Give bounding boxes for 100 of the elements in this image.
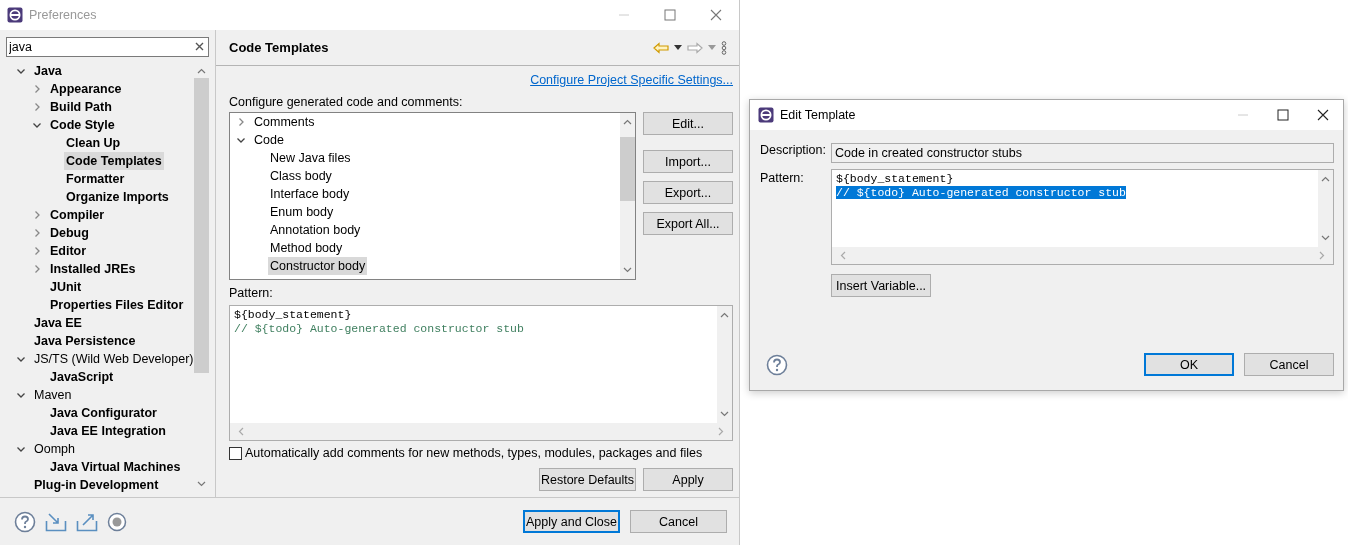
record-icon[interactable] bbox=[107, 511, 127, 532]
tree-item[interactable]: Code Templates bbox=[64, 152, 164, 170]
page-button[interactable]: Apply bbox=[643, 468, 733, 491]
help-icon[interactable] bbox=[14, 510, 36, 533]
filter-field[interactable]: java bbox=[6, 37, 209, 57]
close-icon[interactable] bbox=[1317, 109, 1329, 121]
tree-caption: Configure generated code and comments: bbox=[229, 95, 464, 111]
chevron-down-icon[interactable] bbox=[32, 120, 42, 130]
tree-item[interactable]: Properties Files Editor bbox=[48, 296, 186, 314]
forward-arrow-icon[interactable] bbox=[687, 41, 703, 54]
back-arrow-icon[interactable] bbox=[653, 41, 669, 54]
scroll-down-icon[interactable] bbox=[720, 411, 729, 417]
page-button[interactable]: Restore Defaults bbox=[539, 468, 636, 491]
chevron-right-icon[interactable] bbox=[32, 246, 42, 256]
side-button[interactable]: Import... bbox=[643, 150, 733, 173]
scroll-up-icon[interactable] bbox=[720, 312, 729, 318]
chevron-down-icon[interactable] bbox=[16, 354, 26, 364]
scroll-down-icon[interactable] bbox=[1321, 235, 1330, 241]
tree-item[interactable]: Enum body bbox=[268, 203, 336, 221]
insert-variable-button[interactable]: Insert Variable... bbox=[831, 274, 932, 297]
tree-item[interactable]: JavaScript bbox=[48, 368, 116, 386]
tree-item[interactable]: Appearance bbox=[48, 80, 124, 98]
side-button[interactable]: Export All... bbox=[643, 212, 733, 235]
scroll-left-icon[interactable] bbox=[238, 427, 244, 436]
view-menu-icon[interactable] bbox=[721, 40, 727, 55]
tree-item[interactable]: Compiler bbox=[48, 206, 107, 224]
clear-icon[interactable] bbox=[195, 42, 204, 51]
dialog-button[interactable]: Cancel bbox=[1244, 353, 1334, 376]
tree-item[interactable]: Build Path bbox=[48, 98, 114, 116]
horizontal-scrollbar[interactable] bbox=[832, 247, 1333, 264]
scroll-down-icon[interactable] bbox=[197, 481, 206, 487]
dialog-button[interactable]: OK bbox=[1144, 353, 1234, 376]
chevron-right-icon[interactable] bbox=[32, 210, 42, 220]
chevron-down-icon[interactable] bbox=[236, 135, 246, 145]
scroll-down-icon[interactable] bbox=[623, 267, 632, 273]
tree-item[interactable]: Java EE Integration bbox=[48, 422, 168, 440]
code-line: ${body_statement} bbox=[234, 308, 353, 322]
tree-item[interactable]: Class body bbox=[268, 167, 334, 185]
tree-item[interactable]: Maven bbox=[32, 386, 74, 404]
checkbox-label[interactable]: Automatically add comments for new methods, types, modules, packages and files bbox=[245, 446, 703, 460]
maximize-icon[interactable] bbox=[1277, 109, 1289, 121]
page-title: Code Templates bbox=[229, 40, 329, 55]
tree-item[interactable]: Constructor body bbox=[268, 257, 368, 275]
tree-item[interactable]: JS/TS (Wild Web Developer) bbox=[32, 350, 194, 368]
pattern-editor[interactable]: ${body_statement} // ${todo} Auto-generated constructor stub bbox=[831, 169, 1334, 265]
import-icon[interactable] bbox=[45, 511, 67, 532]
tree-item[interactable]: Plug-in Development bbox=[32, 476, 161, 493]
tree-item[interactable]: Editor bbox=[48, 242, 89, 260]
dialog-button[interactable]: Apply and Close bbox=[523, 510, 620, 533]
window-title: Preferences bbox=[29, 8, 97, 22]
tree-item[interactable]: Annotation body bbox=[268, 221, 363, 239]
caret-icon[interactable] bbox=[674, 45, 682, 50]
checkbox[interactable] bbox=[229, 446, 242, 460]
vertical-scrollbar[interactable] bbox=[1318, 170, 1333, 247]
app-icon bbox=[7, 7, 23, 23]
chevron-right-icon[interactable] bbox=[32, 264, 42, 274]
scroll-right-icon[interactable] bbox=[1319, 251, 1325, 260]
chevron-down-icon[interactable] bbox=[16, 444, 26, 454]
tree-item[interactable]: Comments bbox=[252, 113, 317, 131]
tree-item[interactable]: Interface body bbox=[268, 185, 352, 203]
tree-item[interactable]: Organize Imports bbox=[64, 188, 171, 206]
tree-item[interactable]: Java Configurator bbox=[48, 404, 159, 422]
scroll-up-icon[interactable] bbox=[623, 119, 632, 125]
window-title: Edit Template bbox=[780, 108, 856, 122]
chevron-right-icon[interactable] bbox=[32, 228, 42, 238]
tree-item[interactable]: Java bbox=[32, 62, 64, 80]
tree-item[interactable]: Code bbox=[252, 131, 286, 149]
tree-item[interactable]: Oomph bbox=[32, 440, 77, 458]
tree-item[interactable]: New Java files bbox=[268, 149, 353, 167]
side-button[interactable]: Edit... bbox=[643, 112, 733, 135]
tree-item[interactable]: JUnit bbox=[48, 278, 84, 296]
description-field[interactable]: Code in created constructor stubs bbox=[831, 143, 1334, 163]
tree-item[interactable]: Java Persistence bbox=[32, 332, 138, 350]
side-button[interactable]: Export... bbox=[643, 181, 733, 204]
scroll-right-icon[interactable] bbox=[718, 427, 724, 436]
project-settings-link[interactable]: Configure Project Specific Settings... bbox=[530, 73, 733, 87]
scroll-up-icon[interactable] bbox=[197, 68, 206, 74]
tree-item[interactable]: Java EE bbox=[32, 314, 84, 332]
scroll-up-icon[interactable] bbox=[1321, 176, 1330, 182]
tree-item[interactable]: Formatter bbox=[64, 170, 127, 188]
chevron-right-icon[interactable] bbox=[32, 102, 42, 112]
tree-item[interactable]: Clean Up bbox=[64, 134, 123, 152]
export-icon[interactable] bbox=[76, 511, 98, 532]
vertical-scrollbar[interactable] bbox=[620, 113, 635, 279]
tree-item[interactable]: Method body bbox=[268, 239, 345, 257]
pattern-editor[interactable]: ${body_statement} // ${todo} Auto-generated constructor stub bbox=[229, 305, 733, 441]
tree-item[interactable]: Java Virtual Machines bbox=[48, 458, 183, 476]
scroll-left-icon[interactable] bbox=[840, 251, 846, 260]
chevron-right-icon[interactable] bbox=[32, 84, 42, 94]
help-icon[interactable] bbox=[766, 353, 788, 376]
chevron-down-icon[interactable] bbox=[16, 390, 26, 400]
code-line: // ${todo} Auto-generated constructor stub bbox=[234, 322, 525, 336]
tree-item[interactable]: Code Style bbox=[48, 116, 117, 134]
vertical-scrollbar[interactable] bbox=[717, 306, 732, 423]
tree-item[interactable]: Installed JREs bbox=[48, 260, 138, 278]
tree-item[interactable]: Debug bbox=[48, 224, 91, 242]
chevron-right-icon[interactable] bbox=[236, 117, 246, 127]
horizontal-scrollbar[interactable] bbox=[230, 423, 732, 440]
chevron-down-icon[interactable] bbox=[16, 66, 26, 76]
dialog-button[interactable]: Cancel bbox=[630, 510, 727, 533]
